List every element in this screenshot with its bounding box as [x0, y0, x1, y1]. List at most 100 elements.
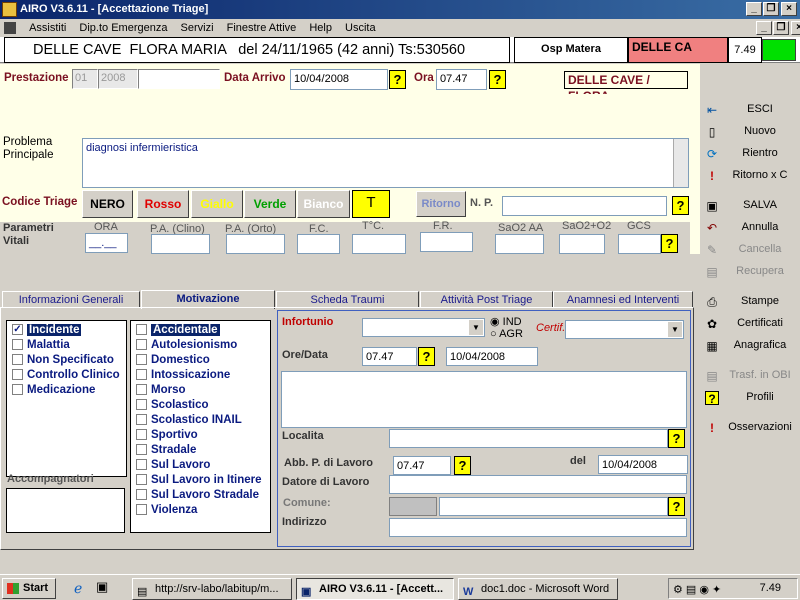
comune-code-field[interactable]: [389, 497, 437, 516]
param-fc-field[interactable]: [297, 234, 340, 254]
triage-nero-button[interactable]: NERO: [82, 190, 133, 218]
ora-field[interactable]: 07.47: [436, 69, 487, 90]
tipo-scolastico-inail-checkbox[interactable]: Scolastico INAIL: [131, 413, 270, 428]
ie-quicklaunch-icon[interactable]: ℯ: [74, 580, 82, 597]
prestazione-code1[interactable]: 01: [72, 69, 98, 89]
menu-servizi[interactable]: Servizi: [181, 22, 214, 34]
taskbar-item-browser[interactable]: ▤ http://srv-labo/labitup/m...: [132, 578, 292, 600]
esci-button[interactable]: ⇤ ESCI: [702, 100, 798, 120]
taskbar-item-word[interactable]: Wdoc1.doc - Microsoft Word: [458, 578, 618, 600]
trasf-obi-button[interactable]: ▤ Trasf. in OBI: [702, 366, 798, 386]
ritorno-x-c-button[interactable]: ! Ritorno x C: [702, 166, 798, 186]
annulla-button[interactable]: ↶ Annulla: [702, 218, 798, 238]
mdi-close-button[interactable]: ×: [791, 21, 800, 35]
np-field[interactable]: [502, 196, 667, 216]
triage-rosso-button[interactable]: Rosso: [137, 190, 189, 218]
indirizzo-field[interactable]: [389, 518, 687, 537]
param-gcs-field[interactable]: [618, 234, 661, 254]
menu-assistiti[interactable]: Assistiti: [29, 22, 66, 34]
agr-radio[interactable]: ○ AGR: [490, 328, 523, 340]
data-arrivo-field[interactable]: 10/04/2008: [290, 69, 388, 90]
tipo-stradale-checkbox[interactable]: Stradale: [131, 443, 270, 458]
mdi-doc-icon[interactable]: [4, 22, 16, 35]
np-help-icon[interactable]: ?: [672, 196, 689, 215]
salva-button[interactable]: ▣ SALVA: [702, 196, 798, 216]
prestazione-code2[interactable]: 2008: [98, 69, 138, 89]
localita-help-icon[interactable]: ?: [668, 429, 685, 448]
motivo-list[interactable]: ✓ Incidente Malattia Non Specificato Cont…: [6, 320, 127, 477]
param-pa-orto-field[interactable]: [226, 234, 285, 254]
taskbar-item-airo[interactable]: ▣ AIRO V3.6.11 - [Accett...: [296, 578, 454, 600]
param-fr-field[interactable]: [420, 232, 473, 252]
tab-scheda-traumi[interactable]: Scheda Traumi: [276, 291, 419, 308]
close-button[interactable]: ×: [781, 2, 797, 16]
triage-t-button[interactable]: T: [352, 190, 390, 218]
certif-select[interactable]: ▼: [565, 320, 684, 339]
profili-button[interactable]: ? Profili: [702, 388, 798, 408]
tipo-intossicazione-checkbox[interactable]: Intossicazione: [131, 368, 270, 383]
data-arrivo-help-icon[interactable]: ?: [389, 70, 406, 89]
tipo-sul-lavoro-stradale-checkbox[interactable]: Sul Lavoro Stradale: [131, 488, 270, 503]
comune-help-icon[interactable]: ?: [668, 497, 685, 516]
tipo-sul-lavoro-checkbox[interactable]: Sul Lavoro: [131, 458, 270, 473]
triage-verde-button[interactable]: Verde: [244, 190, 296, 218]
param-sao2o2-field[interactable]: [559, 234, 605, 254]
desktop-quicklaunch-icon[interactable]: ▣: [96, 579, 108, 595]
motivo-malattia-checkbox[interactable]: Malattia: [7, 338, 126, 353]
motivo-non-specificato-checkbox[interactable]: Non Specificato: [7, 353, 126, 368]
motivo-medicazione-checkbox[interactable]: Medicazione: [7, 383, 126, 398]
infortunio-ora-help-icon[interactable]: ?: [418, 347, 435, 366]
menu-dip-emergenza[interactable]: Dip.to Emergenza: [79, 22, 167, 34]
tipo-morso-checkbox[interactable]: Morso: [131, 383, 270, 398]
start-button[interactable]: Start: [2, 578, 56, 599]
del-data-field[interactable]: 10/04/2008: [598, 455, 688, 474]
comune-field[interactable]: [439, 497, 668, 516]
triage-giallo-button[interactable]: Giallo: [191, 190, 243, 218]
ritorno-button[interactable]: Ritorno: [416, 191, 466, 217]
infortunio-notes[interactable]: [281, 371, 687, 428]
tipo-accidentale-checkbox[interactable]: Accidentale: [131, 323, 270, 338]
abb-ora-help-icon[interactable]: ?: [454, 456, 471, 475]
tab-attivita-post-triage[interactable]: Attività Post Triage: [420, 291, 553, 308]
mdi-restore-button[interactable]: ❐: [773, 21, 789, 35]
abb-ora-field[interactable]: 07.47: [393, 456, 451, 475]
ind-radio[interactable]: ◉ IND: [490, 315, 522, 328]
accompagnatori-box[interactable]: [6, 488, 125, 533]
rientro-button[interactable]: ⟳ Rientro: [702, 144, 798, 164]
motivo-controllo-clinico-checkbox[interactable]: Controllo Clinico: [7, 368, 126, 383]
param-sao2aa-field[interactable]: [495, 234, 544, 254]
gcs-help-icon[interactable]: ?: [661, 234, 678, 253]
tab-anamnesi-interventi[interactable]: Anamnesi ed Interventi: [553, 291, 693, 308]
restore-button[interactable]: ❐: [763, 2, 779, 16]
tipo-sportivo-checkbox[interactable]: Sportivo: [131, 428, 270, 443]
mdi-minimize-button[interactable]: _: [756, 21, 772, 35]
param-ora-field[interactable]: __.__: [85, 233, 128, 253]
tipo-sul-lavoro-itinere-checkbox[interactable]: Sul Lavoro in Itinere: [131, 473, 270, 488]
tipo-incidente-list[interactable]: Accidentale Autolesionismo Domestico Int…: [130, 320, 271, 533]
tab-informazioni-generali[interactable]: Informazioni Generali: [2, 291, 140, 308]
stampe-button[interactable]: ⎙ Stampe: [702, 292, 798, 312]
datore-field[interactable]: [389, 475, 687, 494]
localita-field[interactable]: [389, 429, 668, 448]
tipo-autolesionismo-checkbox[interactable]: Autolesionismo: [131, 338, 270, 353]
problema-textarea[interactable]: diagnosi infermieristica: [82, 138, 689, 188]
infortunio-ora-field[interactable]: 07.47: [362, 347, 417, 366]
problema-scrollbar[interactable]: [673, 139, 688, 187]
recupera-button[interactable]: ▤ Recupera: [702, 262, 798, 282]
infortunio-select[interactable]: ▼: [362, 318, 485, 337]
infortunio-data-field[interactable]: 10/04/2008: [446, 347, 538, 366]
minimize-button[interactable]: _: [746, 2, 762, 16]
nuovo-button[interactable]: ▯ Nuovo: [702, 122, 798, 142]
certificati-button[interactable]: ✿ Certificati: [702, 314, 798, 334]
param-pa-clino-field[interactable]: [151, 234, 210, 254]
tipo-scolastico-checkbox[interactable]: Scolastico: [131, 398, 270, 413]
menu-finestre-attive[interactable]: Finestre Attive: [227, 22, 297, 34]
triage-bianco-button[interactable]: Bianco: [297, 190, 350, 218]
osservazioni-button[interactable]: ! Osservazioni: [702, 418, 798, 438]
menu-help[interactable]: Help: [309, 22, 332, 34]
tipo-domestico-checkbox[interactable]: Domestico: [131, 353, 270, 368]
cancella-button[interactable]: ✎ Cancella: [702, 240, 798, 260]
anagrafica-button[interactable]: ▦ Anagrafica: [702, 336, 798, 356]
tipo-violenza-checkbox[interactable]: Violenza: [131, 503, 270, 518]
menu-uscita[interactable]: Uscita: [345, 22, 376, 34]
